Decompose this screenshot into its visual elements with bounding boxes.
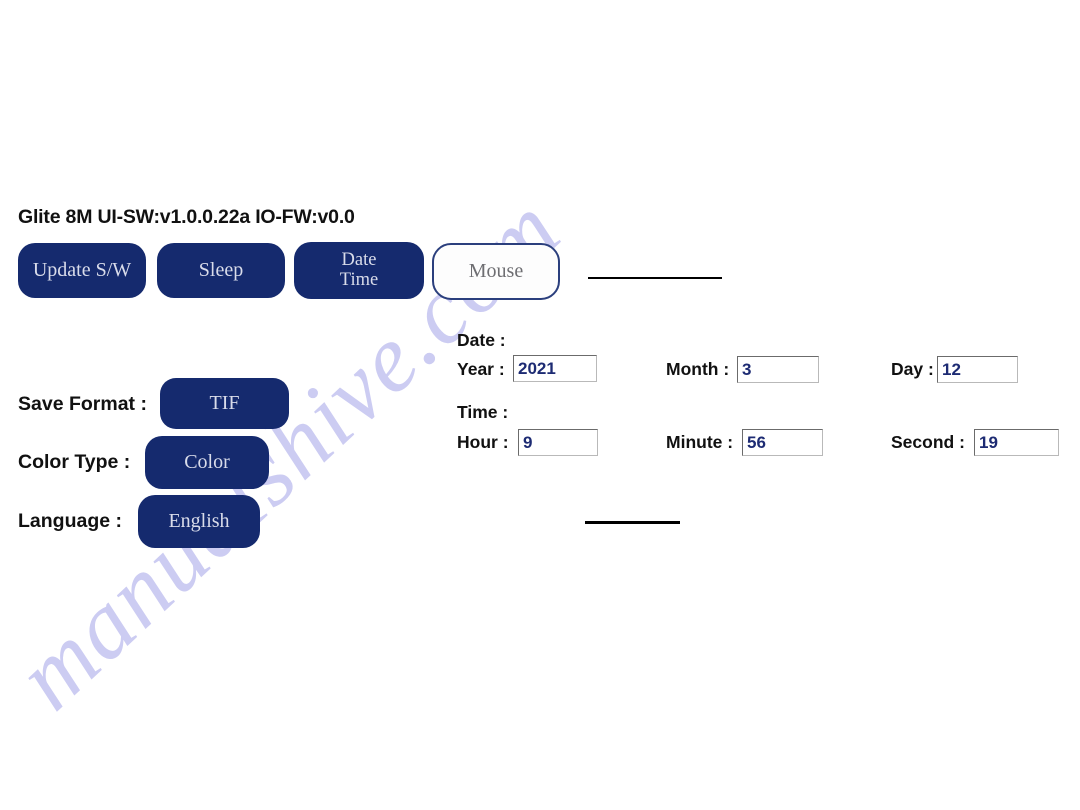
date-group-label: Date :: [457, 330, 506, 350]
month-input[interactable]: 3: [737, 356, 819, 383]
date-time-label: Date Time: [339, 250, 379, 290]
update-software-button[interactable]: Update S/W: [18, 243, 146, 298]
sleep-button[interactable]: Sleep: [157, 243, 285, 298]
year-input[interactable]: 2021: [513, 355, 597, 382]
color-type-value: Color: [184, 451, 230, 474]
settings-screen: Glite 8M UI-SW:v1.0.0.22a IO-FW:v0.0 Upd…: [0, 0, 1080, 810]
second-label: Second :: [891, 432, 965, 452]
language-label: Language :: [18, 510, 123, 532]
page-title: Glite 8M UI-SW:v1.0.0.22a IO-FW:v0.0: [18, 206, 355, 228]
day-label: Day :: [891, 359, 934, 379]
year-label: Year :: [457, 359, 505, 379]
color-type-label: Color Type :: [18, 451, 131, 473]
save-format-label: Save Format :: [18, 393, 147, 415]
month-label: Month :: [666, 359, 730, 379]
date-time-button[interactable]: Date Time: [294, 242, 424, 299]
save-format-value-button[interactable]: TIF: [160, 378, 289, 429]
hour-label: Hour :: [457, 432, 509, 452]
sleep-label: Sleep: [198, 259, 244, 282]
date-time-label-line2: Time: [339, 269, 379, 290]
color-type-value-button[interactable]: Color: [145, 436, 269, 489]
language-value-button[interactable]: English: [138, 495, 260, 548]
date-time-label-line1: Date: [341, 250, 377, 271]
minute-input[interactable]: 56: [742, 429, 823, 456]
bottom-divider-line: [585, 521, 680, 524]
second-input[interactable]: 19: [974, 429, 1059, 456]
language-value: English: [168, 510, 230, 533]
save-format-value: TIF: [209, 392, 240, 415]
minute-label: Minute :: [666, 432, 734, 452]
time-group-label: Time :: [457, 402, 509, 422]
mouse-label: Mouse: [468, 260, 524, 283]
hour-input[interactable]: 9: [518, 429, 598, 456]
update-software-label: Update S/W: [32, 259, 132, 282]
mouse-button[interactable]: Mouse: [432, 243, 560, 300]
top-divider-line: [588, 277, 722, 279]
day-input[interactable]: 12: [937, 356, 1018, 383]
